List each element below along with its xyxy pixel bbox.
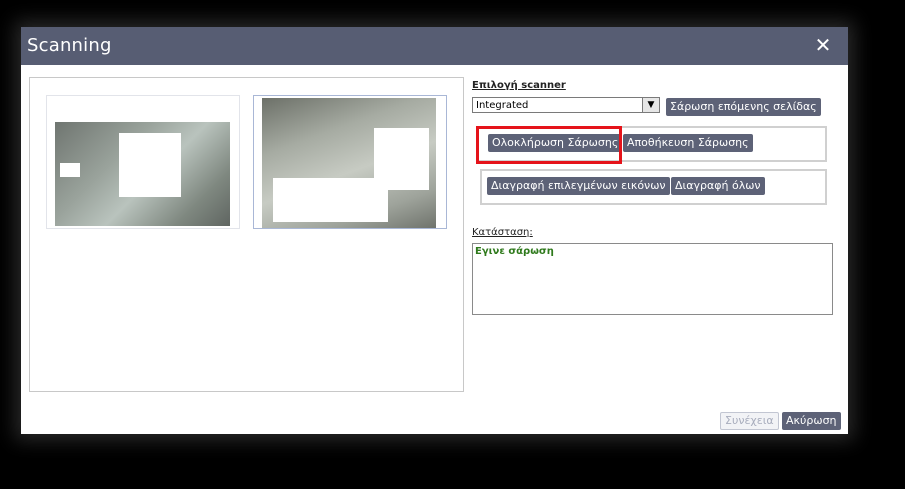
scanned-images-panel	[29, 77, 464, 392]
scanned-thumbnail-2[interactable]	[253, 95, 447, 229]
save-scan-button[interactable]: Αποθήκευση Σάρωσης	[623, 134, 753, 152]
chevron-down-icon[interactable]: ▼	[642, 98, 659, 112]
scanned-image-2	[262, 98, 436, 228]
dialog-titlebar[interactable]: Scanning ✕	[21, 27, 848, 65]
redacted-area	[60, 163, 80, 177]
scanner-select-label: Επιλογή scanner	[472, 80, 566, 91]
status-message: Εγινε σάρωση	[475, 246, 554, 257]
highlight-box	[476, 126, 622, 164]
status-box: Εγινε σάρωση	[472, 243, 833, 315]
scanner-select[interactable]: Integrated ▼	[472, 97, 660, 113]
delete-all-button[interactable]: Διαγραφή όλων	[671, 177, 765, 195]
continue-button[interactable]: Συνέχεια	[720, 412, 779, 430]
scanner-select-value: Integrated	[476, 100, 529, 111]
scanned-thumbnail-1[interactable]	[46, 95, 240, 229]
cancel-button[interactable]: Ακύρωση	[782, 412, 841, 430]
redacted-area	[119, 133, 181, 197]
close-icon[interactable]: ✕	[812, 33, 834, 57]
status-label: Κατάσταση:	[472, 227, 533, 238]
scan-next-page-button[interactable]: Σάρωση επόμενης σελίδας	[666, 98, 821, 116]
scanning-dialog: Scanning ✕ Επιλογή scanner Integrated ▼ …	[21, 27, 848, 434]
scanned-image-1	[55, 122, 230, 226]
dialog-title: Scanning	[27, 35, 112, 56]
redacted-area	[273, 178, 388, 222]
delete-selected-images-button[interactable]: Διαγραφή επιλεγμένων εικόνων	[487, 177, 670, 195]
